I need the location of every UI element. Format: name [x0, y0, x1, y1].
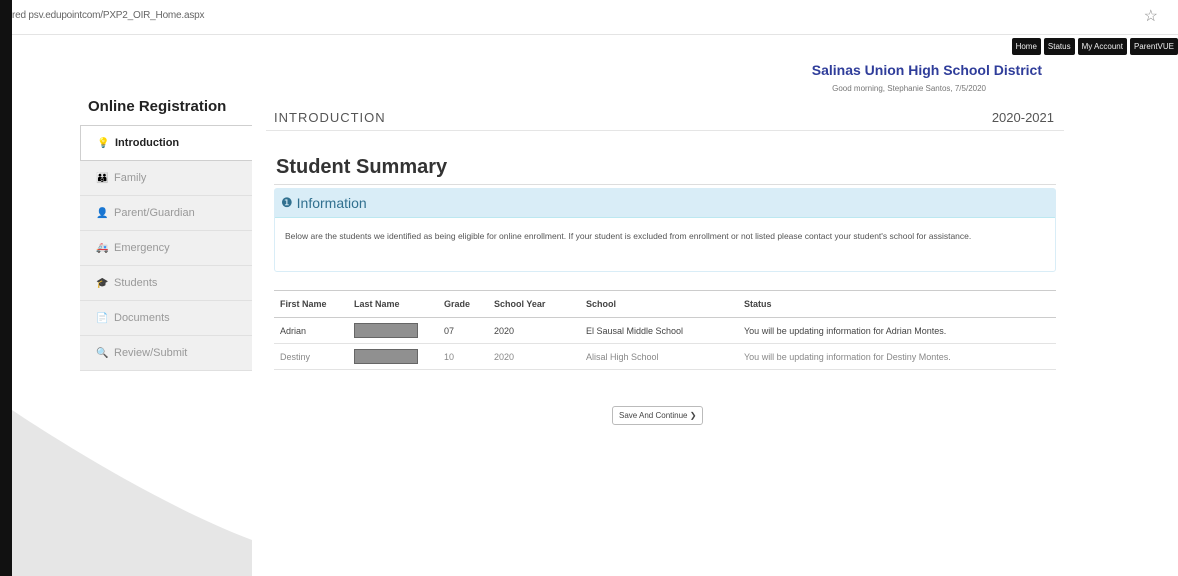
status-cell: You will be updating information for Adr… — [738, 317, 1056, 344]
sidebar-item-introduction[interactable]: 💡 Introduction — [80, 125, 252, 161]
browser-frame: red psv.edupointcom/PXP2_OIR_Home.aspx ☆… — [12, 0, 1178, 576]
sidebar-item-students[interactable]: 🎓 Students — [80, 266, 252, 301]
address-bar[interactable]: red psv.edupointcom/PXP2_OIR_Home.aspx ☆ — [12, 0, 1178, 35]
my-account-button[interactable]: My Account — [1077, 38, 1127, 55]
table-row: Destiny 10 2020 Alisal High School You w… — [274, 343, 1056, 370]
grade-cell: 10 — [438, 343, 488, 370]
last-name-cell — [348, 317, 438, 344]
sidebar-item-family[interactable]: 👪 Family — [80, 161, 252, 196]
section-heading: INTRODUCTION — [274, 110, 386, 125]
search-icon: 🔍 — [96, 347, 109, 359]
school-cell: Alisal High School — [580, 343, 738, 370]
background-swoosh — [12, 410, 252, 576]
school-year-cell: 2020 — [488, 317, 580, 344]
redacted-block — [354, 323, 418, 338]
divider — [274, 184, 1056, 185]
col-grade: Grade — [438, 290, 488, 318]
school-cell: El Sausal Middle School — [580, 317, 738, 344]
signin-text: Good morning, Stephanie Santos, 7/5/2020 — [832, 84, 986, 93]
students-icon: 🎓 — [96, 277, 109, 289]
sidebar-item-parent-guardian[interactable]: 👤 Parent/Guardian — [80, 196, 252, 231]
home-button[interactable]: Home — [1011, 38, 1041, 55]
ambulance-icon: 🚑 — [96, 242, 109, 254]
sidebar-item-review-submit[interactable]: 🔍 Review/Submit — [80, 336, 252, 371]
lightbulb-icon: 💡 — [97, 137, 110, 149]
info-circle-icon: ❶ — [281, 195, 293, 210]
document-icon: 📄 — [96, 312, 109, 324]
information-text: Below are the students we identified as … — [285, 231, 972, 241]
person-icon: 👤 — [96, 207, 109, 219]
redacted-block — [354, 349, 418, 364]
sidebar-title: Online Registration — [88, 98, 227, 115]
table-row: Adrian 07 2020 El Sausal Middle School Y… — [274, 317, 1056, 344]
grade-cell: 07 — [438, 317, 488, 344]
sidebar: 💡 Introduction 👪 Family 👤 Parent/Guardia… — [80, 125, 252, 371]
information-panel: ❶ Information Below are the students we … — [274, 188, 1056, 272]
url-text[interactable]: red psv.edupointcom/PXP2_OIR_Home.aspx — [12, 10, 205, 21]
divider — [266, 130, 1064, 131]
star-icon[interactable]: ☆ — [1144, 6, 1158, 26]
sidebar-item-label: Review/Submit — [114, 347, 188, 359]
top-nav: Home Status My Account ParentVUE — [1011, 38, 1178, 55]
information-header: ❶ Information — [275, 189, 1055, 218]
page-title: Student Summary — [276, 156, 448, 178]
col-school: School — [580, 290, 738, 318]
sidebar-item-label: Family — [114, 172, 147, 184]
col-status: Status — [738, 290, 1056, 318]
district-name: Salinas Union High School District — [811, 62, 1042, 78]
col-school-year: School Year — [488, 290, 580, 318]
sidebar-item-emergency[interactable]: 🚑 Emergency — [80, 231, 252, 266]
main-content: INTRODUCTION 2020-2021 Student Summary ❶… — [266, 104, 1064, 439]
student-table: First Name Last Name Grade School Year S… — [274, 290, 1056, 370]
sidebar-item-documents[interactable]: 📄 Documents — [80, 301, 252, 336]
save-and-continue-button[interactable]: Save And Continue ❯ — [612, 406, 704, 425]
sidebar-item-label: Emergency — [114, 242, 170, 254]
school-year-cell: 2020 — [488, 343, 580, 370]
col-last-name: Last Name — [348, 290, 438, 318]
sidebar-item-label: Parent/Guardian — [114, 207, 195, 219]
first-name-cell: Adrian — [274, 317, 348, 344]
last-name-cell — [348, 343, 438, 370]
col-first-name: First Name — [274, 290, 348, 318]
first-name-cell: Destiny — [274, 343, 348, 370]
family-icon: 👪 — [96, 172, 109, 184]
school-year-label: 2020-2021 — [991, 110, 1054, 125]
sidebar-item-label: Documents — [114, 312, 170, 324]
sidebar-item-label: Students — [114, 277, 158, 289]
status-cell: You will be updating information for Des… — [738, 343, 1056, 370]
table-header-row: First Name Last Name Grade School Year S… — [274, 290, 1056, 318]
status-button[interactable]: Status — [1043, 38, 1075, 55]
information-title: Information — [296, 195, 367, 211]
sidebar-item-label: Introduction — [115, 137, 180, 149]
parentvue-button[interactable]: ParentVUE — [1129, 38, 1178, 55]
